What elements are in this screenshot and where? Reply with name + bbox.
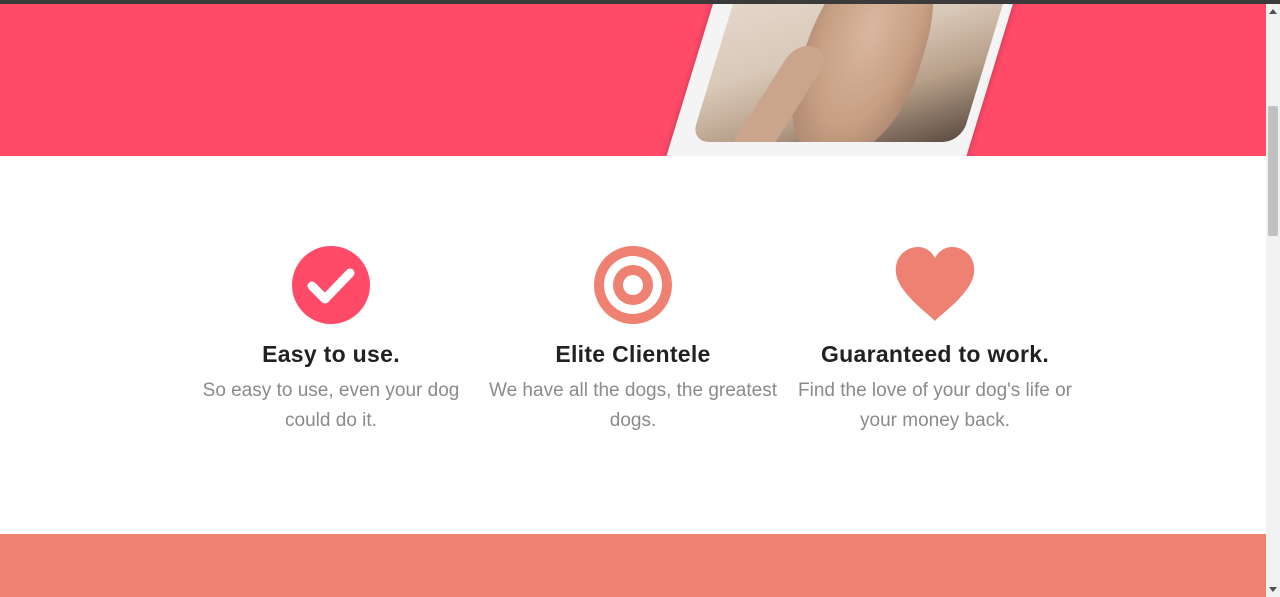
scroll-up-icon[interactable] [1269, 9, 1277, 14]
feature-description: Find the love of your dog's life or your… [798, 380, 1072, 431]
feature-description: So easy to use, even your dog could do i… [202, 380, 460, 431]
check-circle-icon [181, 245, 481, 325]
scrollbar-thumb[interactable] [1268, 106, 1278, 236]
feature-title: Easy to use. [262, 341, 400, 367]
phone-mockup-image [654, 4, 1026, 156]
feature-elite-clientele: Elite Clientele We have all the dogs, th… [483, 245, 783, 436]
features-section: Easy to use. So easy to use, even your d… [0, 156, 1266, 534]
feature-title: Elite Clientele [555, 341, 711, 367]
vertical-scrollbar[interactable] [1266, 4, 1280, 597]
feature-description: We have all the dogs, the greatest dogs. [489, 380, 777, 431]
feature-guaranteed: Guaranteed to work. Find the love of you… [785, 245, 1085, 436]
target-icon [483, 245, 783, 325]
next-section-band [0, 534, 1266, 597]
heart-icon [785, 245, 1085, 325]
feature-easy-to-use: Easy to use. So easy to use, even your d… [181, 245, 481, 436]
feature-title: Guaranteed to work. [820, 341, 1050, 367]
dog-photo [690, 4, 1016, 142]
hero-section [0, 4, 1266, 156]
scroll-down-icon[interactable] [1269, 587, 1277, 592]
